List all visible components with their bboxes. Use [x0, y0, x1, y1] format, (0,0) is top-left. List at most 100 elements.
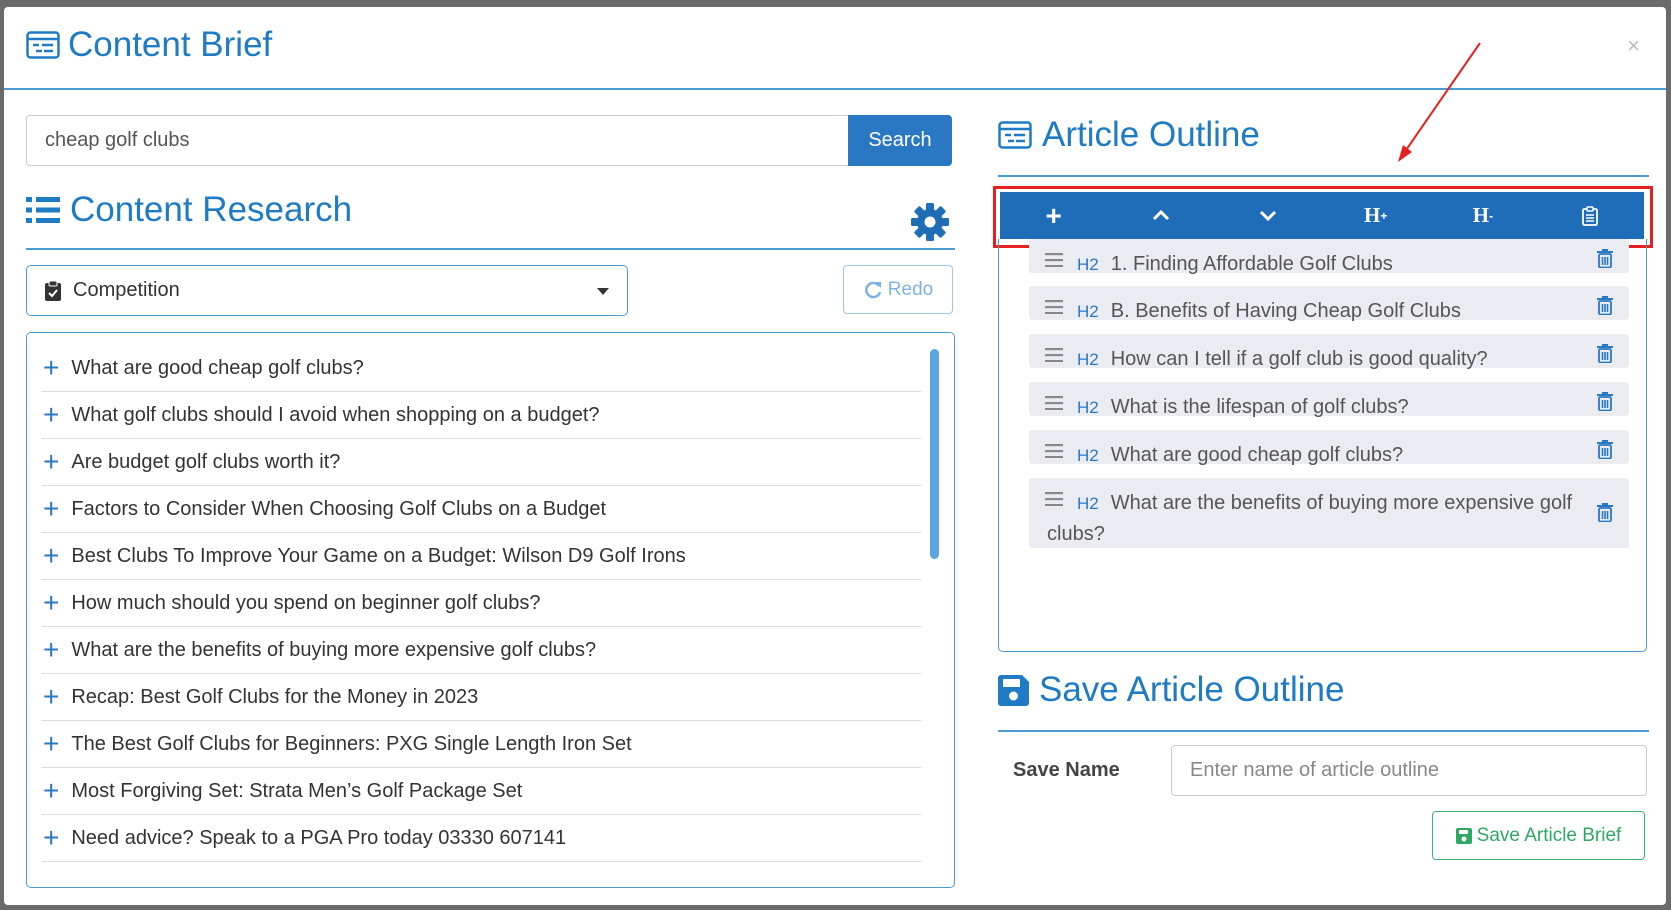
content-research-heading: Content Research	[26, 190, 352, 230]
research-item-text: Factors to Consider When Choosing Golf C…	[71, 497, 607, 520]
content-research-divider	[26, 248, 955, 250]
clipboard-check-icon	[45, 280, 61, 301]
outline-item-text: 1. Finding Affordable Golf Clubs	[1110, 253, 1393, 275]
add-icon: +	[43, 775, 60, 806]
research-type-value: Competition	[73, 279, 180, 301]
modal-title-text: Content Brief	[68, 25, 273, 64]
research-item[interactable]: + The Best Golf Clubs for Beginners: PXG …	[41, 721, 921, 768]
article-outline-heading: Article Outline	[998, 115, 1260, 155]
brief-card-icon	[26, 31, 60, 59]
save-name-input[interactable]	[1171, 745, 1647, 796]
content-brief-modal: Content Brief × Search Content Research	[4, 7, 1666, 905]
save-outline-title: Save Article Outline	[1039, 670, 1345, 709]
outline-item-content: H2 What is the lifespan of golf clubs?	[1077, 392, 1409, 423]
outline-item-text: What are good cheap golf clubs?	[1110, 444, 1404, 466]
floppy-disk-icon	[998, 674, 1029, 706]
outline-item[interactable]: H2 What is the lifespan of golf clubs?	[1029, 382, 1629, 418]
refresh-icon	[864, 281, 881, 298]
save-name-label: Save Name	[1013, 759, 1120, 781]
research-type-select[interactable]: Competition	[26, 265, 628, 316]
article-outline-divider	[998, 175, 1649, 177]
outline-item[interactable]: H2 What are good cheap golf clubs?	[1029, 430, 1629, 466]
chevron-down-icon	[597, 288, 609, 295]
outline-item-content: H2 What are good cheap golf clubs?	[1077, 440, 1403, 471]
heading-tag: H2	[1077, 398, 1099, 417]
save-article-brief-label: Save Article Brief	[1476, 824, 1622, 846]
redo-button[interactable]: Redo	[843, 265, 953, 314]
research-item[interactable]: + Best Clubs To Improve Your Game on a Bu…	[41, 533, 921, 580]
research-results-list: + What are good cheap golf clubs? + What go…	[26, 332, 955, 888]
save-article-brief-button[interactable]: Save Article Brief	[1432, 811, 1645, 860]
outline-card-icon	[998, 121, 1032, 149]
heading-tag: H2	[1077, 494, 1099, 513]
heading-tag: H2	[1077, 302, 1099, 321]
outline-item-content: H2 How can I tell if a golf club is good …	[1077, 344, 1488, 375]
outline-item-text: B. Benefits of Having Cheap Golf Clubs	[1110, 300, 1461, 322]
research-item-text: What are the benefits of buying more exp…	[71, 638, 597, 661]
research-item-text: What golf clubs should I avoid when shop…	[71, 403, 600, 426]
research-item-text: Best Clubs To Improve Your Game on a Bud…	[71, 544, 686, 567]
add-icon: +	[43, 587, 60, 618]
research-item[interactable]: + Are budget golf clubs worth it?	[41, 439, 921, 486]
trash-icon[interactable]	[1597, 344, 1613, 363]
drag-handle-icon[interactable]	[1045, 253, 1063, 267]
outline-item-content: H2 1. Finding Affordable Golf Clubs	[1077, 249, 1393, 280]
research-item[interactable]: + Need advice? Speak to a PGA Pro today 0…	[41, 815, 921, 862]
outline-item-content: H2 B. Benefits of Having Cheap Golf Clubs	[1077, 296, 1461, 327]
outline-item[interactable]: H2 1. Finding Affordable Golf Clubs	[1029, 239, 1629, 275]
research-item-text: The Best Golf Clubs for Beginners: PXG S…	[71, 732, 632, 755]
search-button[interactable]: Search	[848, 115, 952, 166]
research-item-text: Are budget golf clubs worth it?	[71, 450, 341, 473]
trash-icon[interactable]	[1597, 296, 1613, 315]
outline-item-content: H2 What are the benefits of buying more e…	[1047, 488, 1587, 549]
drag-handle-icon[interactable]	[1045, 300, 1063, 314]
add-icon: +	[43, 540, 60, 571]
research-item[interactable]: + How much should you spend on beginner g…	[41, 580, 921, 627]
redo-label: Redo	[887, 278, 934, 300]
trash-icon[interactable]	[1597, 392, 1613, 411]
research-item-text: Need advice? Speak to a PGA Pro today 03…	[71, 826, 567, 849]
search-bar: Search	[26, 115, 955, 166]
save-icon	[1455, 827, 1472, 844]
modal-title: Content Brief	[26, 25, 272, 65]
search-input[interactable]	[26, 115, 848, 166]
close-button[interactable]: ×	[1627, 33, 1640, 59]
research-list-scrollbar[interactable]	[930, 349, 939, 559]
outline-item-text: What is the lifespan of golf clubs?	[1110, 396, 1409, 418]
add-icon: +	[43, 634, 60, 665]
outline-items-container: H2 1. Finding Affordable Golf Clubs H2 B. B…	[998, 239, 1647, 652]
outline-item[interactable]: H2 What are the benefits of buying more e…	[1029, 478, 1629, 548]
outline-item[interactable]: H2 How can I tell if a golf club is good …	[1029, 334, 1629, 370]
gear-icon[interactable]	[910, 202, 950, 242]
drag-handle-icon[interactable]	[1045, 348, 1063, 362]
research-item[interactable]: + Recap: Best Golf Clubs for the Money in…	[41, 674, 921, 721]
outline-item-text: What are the benefits of buying more exp…	[1047, 492, 1573, 545]
drag-handle-icon[interactable]	[1045, 396, 1063, 410]
outline-item[interactable]: H2 B. Benefits of Having Cheap Golf Clubs	[1029, 286, 1629, 322]
add-icon: +	[43, 822, 60, 853]
research-item[interactable]: + What are the benefits of buying more ex…	[41, 627, 921, 674]
save-outline-divider	[998, 730, 1649, 732]
research-item[interactable]: + Most Forgiving Set: Strata Men’s Golf P…	[41, 768, 921, 815]
research-item-text: What are good cheap golf clubs?	[71, 356, 364, 379]
trash-icon[interactable]	[1597, 440, 1613, 459]
red-arrow-annotation	[1398, 42, 1481, 162]
heading-tag: H2	[1077, 350, 1099, 369]
drag-handle-icon[interactable]	[1045, 444, 1063, 458]
add-icon: +	[43, 493, 60, 524]
add-icon: +	[43, 681, 60, 712]
add-icon: +	[43, 399, 60, 430]
add-icon: +	[43, 446, 60, 477]
trash-icon[interactable]	[1597, 503, 1613, 522]
heading-tag: H2	[1077, 255, 1099, 274]
research-item[interactable]: + What are good cheap golf clubs?	[41, 345, 921, 392]
trash-icon[interactable]	[1597, 249, 1613, 268]
research-item-text: Recap: Best Golf Clubs for the Money in …	[71, 685, 479, 708]
save-outline-heading: Save Article Outline	[998, 670, 1344, 710]
article-outline-title: Article Outline	[1042, 115, 1260, 154]
heading-tag: H2	[1077, 446, 1099, 465]
research-item[interactable]: + What golf clubs should I avoid when sho…	[41, 392, 921, 439]
research-item-text: Most Forgiving Set: Strata Men’s Golf Pa…	[71, 779, 523, 802]
content-research-title: Content Research	[70, 190, 353, 229]
research-item[interactable]: + Factors to Consider When Choosing Golf …	[41, 486, 921, 533]
